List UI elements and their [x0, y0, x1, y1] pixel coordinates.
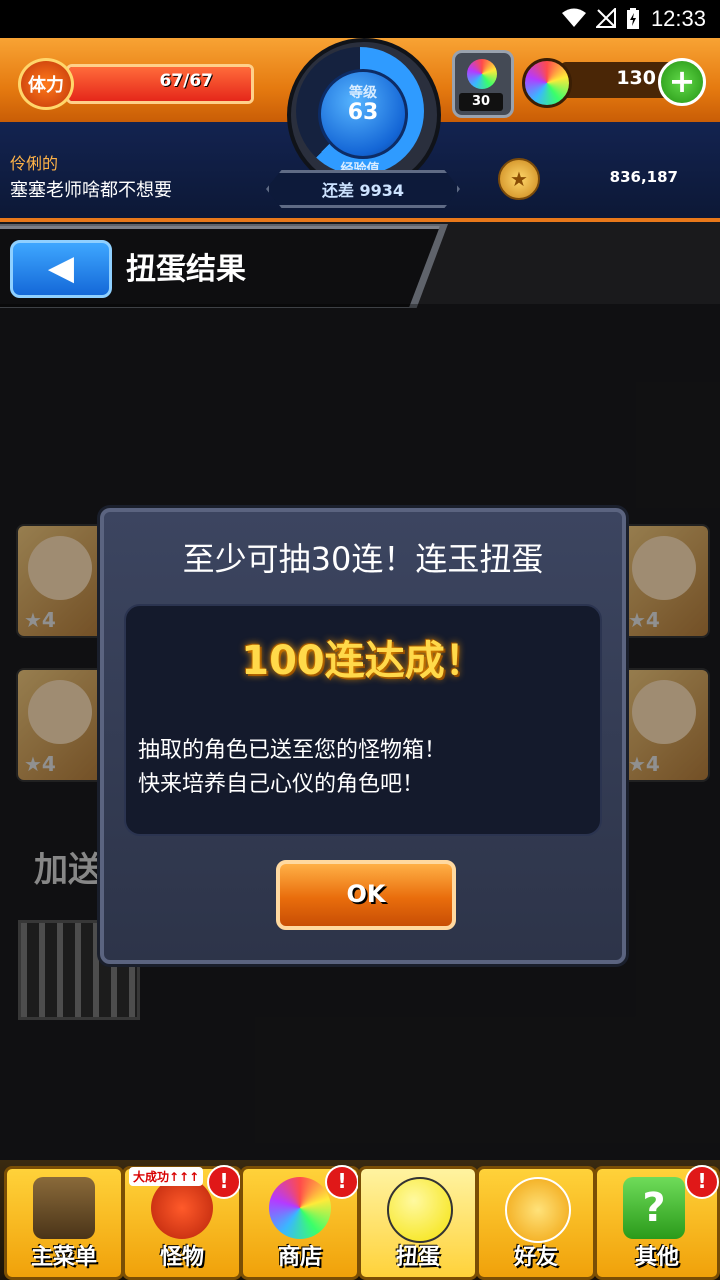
nav-other[interactable]: ? ! 其他 — [594, 1165, 720, 1280]
nav-label: 好友 — [513, 1245, 558, 1270]
nav-monsters[interactable]: 大成功↑↑↑ ! 怪物 — [122, 1165, 242, 1280]
buy-orbs-button[interactable]: + — [658, 58, 706, 106]
stamina-bar[interactable]: 67/67 — [66, 64, 254, 104]
egg-counter[interactable]: 30 — [452, 50, 514, 118]
achievement-banner: 100连达成！ — [241, 638, 485, 684]
nav-shop[interactable]: ! 商店 — [240, 1165, 360, 1280]
level-badge[interactable]: 等级 63 — [318, 69, 408, 159]
friends-icon — [505, 1177, 571, 1243]
question-icon: ? — [623, 1177, 685, 1239]
nav-main-menu[interactable]: 主菜单 — [4, 1166, 124, 1280]
orb-count: 130 — [616, 67, 656, 89]
back-button[interactable]: ◀ — [10, 240, 112, 298]
page-title: 扭蛋结果 — [126, 252, 246, 287]
player-title: 伶俐的 — [10, 154, 59, 173]
wifi-icon — [562, 8, 586, 32]
great-success-tag: 大成功↑↑↑ — [129, 1167, 204, 1186]
orb-icon — [269, 1177, 331, 1239]
ok-button[interactable]: OK — [276, 860, 456, 930]
monster-icon — [151, 1177, 213, 1239]
coin-count: 836,187 — [609, 168, 678, 186]
notification-badge: ! — [685, 1165, 719, 1199]
gate-icon — [33, 1177, 95, 1239]
status-bar: 12:33 — [0, 0, 720, 38]
notification-badge: ! — [207, 1165, 241, 1199]
dialog-message-line-1: 抽取的角色已送至您的怪物箱！ — [138, 738, 447, 763]
nav-gacha[interactable]: 扭蛋 — [358, 1166, 478, 1280]
no-signal-icon — [594, 6, 616, 32]
nav-friends[interactable]: 好友 — [476, 1166, 596, 1280]
egg-icon — [387, 1177, 453, 1243]
stamina-icon: 体力 — [18, 58, 74, 110]
nav-label: 扭蛋 — [395, 1245, 440, 1270]
exp-remaining: 还差 9934 — [266, 170, 460, 208]
nav-label: 其他 — [634, 1245, 679, 1270]
nav-label: 商店 — [277, 1245, 322, 1270]
orb-icon — [522, 58, 572, 108]
result-dialog: 至少可抽30连！连玉扭蛋 100连达成！ 抽取的角色已送至您的怪物箱！ 快来培养… — [100, 508, 626, 964]
arrow-left-icon: ◀ — [47, 248, 75, 288]
coin-icon: ★ — [498, 158, 540, 200]
stamina-value: 67/67 — [159, 71, 213, 91]
clock: 12:33 — [650, 6, 706, 31]
dialog-message-line-2: 快来培养自己心仪的角色吧！ — [138, 772, 425, 797]
dialog-body: 100连达成！ 抽取的角色已送至您的怪物箱！ 快来培养自己心仪的角色吧！ — [124, 604, 602, 836]
egg-icon — [467, 59, 497, 89]
notification-badge: ! — [325, 1165, 359, 1199]
egg-count: 30 — [459, 93, 503, 111]
nav-label: 主菜单 — [30, 1245, 97, 1270]
battery-charging-icon — [626, 8, 640, 34]
dialog-title: 至少可抽30连！连玉扭蛋 — [182, 540, 544, 578]
level-number: 63 — [347, 100, 379, 125]
nav-label: 怪物 — [159, 1245, 204, 1270]
level-label: 等级 — [349, 85, 377, 101]
player-name: 塞塞老师啥都不想要 — [10, 180, 172, 201]
